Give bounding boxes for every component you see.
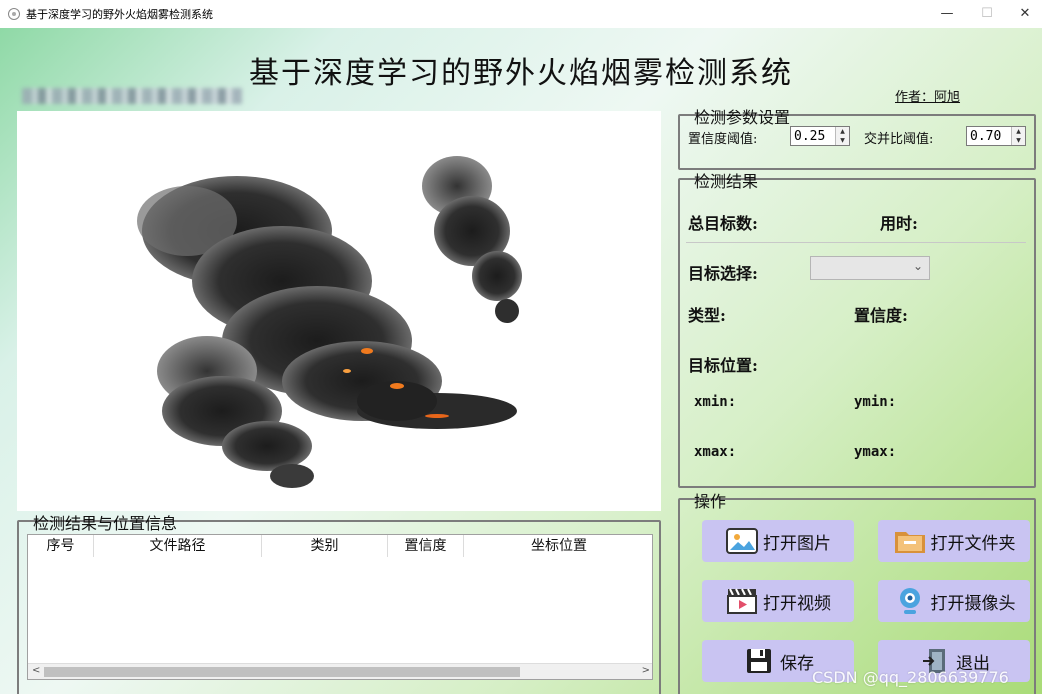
results-group: 检测结果 总目标数: 用时: 目标选择: ⌄ 类型: 置信度: 目标位置: xm…: [678, 172, 1036, 488]
webcam-icon: [893, 586, 927, 616]
open-video-label: 打开视频: [763, 593, 831, 614]
column-header-confidence[interactable]: 置信度: [388, 535, 464, 557]
image-icon: [725, 526, 759, 556]
spin-up-icon[interactable]: ▲: [836, 127, 849, 136]
open-camera-button[interactable]: 打开摄像头: [878, 580, 1030, 622]
column-header-index[interactable]: 序号: [28, 535, 94, 557]
author-label: 作者：阿旭: [895, 90, 961, 105]
ymax-label: ymax:: [854, 444, 897, 460]
target-select-label: 目标选择:: [688, 264, 758, 283]
conf-threshold-value[interactable]: 0.25: [791, 129, 835, 144]
operations-group: 操作 打开图片 打开文件夹 打开视频 打开摄像头 保存 退出: [678, 492, 1036, 694]
open-image-button[interactable]: 打开图片: [702, 520, 854, 562]
iou-spin-arrows[interactable]: ▲ ▼: [1011, 127, 1025, 145]
column-header-coordinates[interactable]: 坐标位置: [464, 535, 652, 557]
smoke-image: [137, 156, 522, 488]
detection-table-group: 检测结果与位置信息 序号 文件路径 类别 置信度 坐标位置 < >: [17, 514, 661, 694]
table-legend: 检测结果与位置信息: [33, 514, 178, 533]
smoke-plume-right: [422, 156, 522, 323]
target-select-combobox[interactable]: ⌄: [810, 256, 930, 280]
ymin-label: ymin:: [854, 394, 897, 410]
params-group: 检测参数设置 置信度阈值: 0.25 ▲ ▼ 交并比阈值: 0.70 ▲ ▼: [678, 108, 1036, 170]
folder-icon: [893, 526, 927, 556]
operations-legend: 操作: [694, 492, 727, 511]
table-header: 序号 文件路径 类别 置信度 坐标位置: [28, 535, 652, 557]
open-folder-label: 打开文件夹: [930, 533, 1016, 554]
spin-down-icon[interactable]: ▼: [836, 136, 849, 145]
scroll-left-icon[interactable]: <: [32, 665, 40, 676]
blurred-text: [22, 88, 242, 104]
maximize-button[interactable]: ☐: [970, 4, 1004, 24]
iou-threshold-value[interactable]: 0.70: [967, 129, 1011, 144]
column-header-class[interactable]: 类别: [262, 535, 388, 557]
save-label: 保存: [780, 653, 814, 674]
window-title: 基于深度学习的野外火焰烟雾检测系统: [26, 8, 213, 21]
page-title: 基于深度学习的野外火焰烟雾检测系统: [249, 56, 793, 91]
scroll-right-icon[interactable]: >: [642, 665, 650, 676]
scrollbar-thumb[interactable]: [44, 667, 520, 677]
conf-spin-arrows[interactable]: ▲ ▼: [835, 127, 849, 145]
elapsed-time-label: 用时:: [880, 214, 918, 233]
results-divider: [686, 242, 1026, 243]
spin-down-icon[interactable]: ▼: [1012, 136, 1025, 145]
window-title-bar: 基于深度学习的野外火焰烟雾检测系统 — ☐ ✕: [0, 0, 1042, 28]
target-position-label: 目标位置:: [688, 356, 758, 375]
minimize-button[interactable]: —: [930, 4, 964, 24]
image-display: [17, 111, 661, 511]
open-camera-label: 打开摄像头: [930, 593, 1016, 614]
iou-threshold-spinbox[interactable]: 0.70 ▲ ▼: [966, 126, 1026, 146]
column-header-file-path[interactable]: 文件路径: [94, 535, 262, 557]
xmax-label: xmax:: [694, 444, 737, 460]
conf-threshold-spinbox[interactable]: 0.25 ▲ ▼: [790, 126, 850, 146]
conf-threshold-label: 置信度阈值:: [688, 132, 758, 147]
type-label: 类型:: [688, 306, 726, 325]
params-legend: 检测参数设置: [694, 108, 791, 127]
spin-up-icon[interactable]: ▲: [1012, 127, 1025, 136]
xmin-label: xmin:: [694, 394, 737, 410]
chevron-down-icon[interactable]: ⌄: [913, 259, 923, 273]
horizontal-scrollbar[interactable]: < >: [28, 663, 652, 679]
close-button[interactable]: ✕: [1008, 4, 1042, 24]
client-area: 基于深度学习的野外火焰烟雾检测系统 作者：阿旭 检测参数设置 置信度阈值: 0.…: [0, 28, 1042, 694]
app-icon: [8, 8, 20, 20]
floppy-disk-icon: [742, 646, 776, 676]
open-folder-button[interactable]: 打开文件夹: [878, 520, 1030, 562]
iou-threshold-label: 交并比阈值:: [864, 132, 934, 147]
open-video-button[interactable]: 打开视频: [702, 580, 854, 622]
video-icon: [725, 586, 759, 616]
confidence-label: 置信度:: [854, 306, 908, 325]
watermark: CSDN @qq_2806639776: [812, 668, 1009, 687]
open-image-label: 打开图片: [763, 533, 831, 554]
total-targets-label: 总目标数:: [688, 214, 758, 233]
results-legend: 检测结果: [694, 172, 759, 191]
detection-table[interactable]: 序号 文件路径 类别 置信度 坐标位置 < >: [27, 534, 653, 680]
